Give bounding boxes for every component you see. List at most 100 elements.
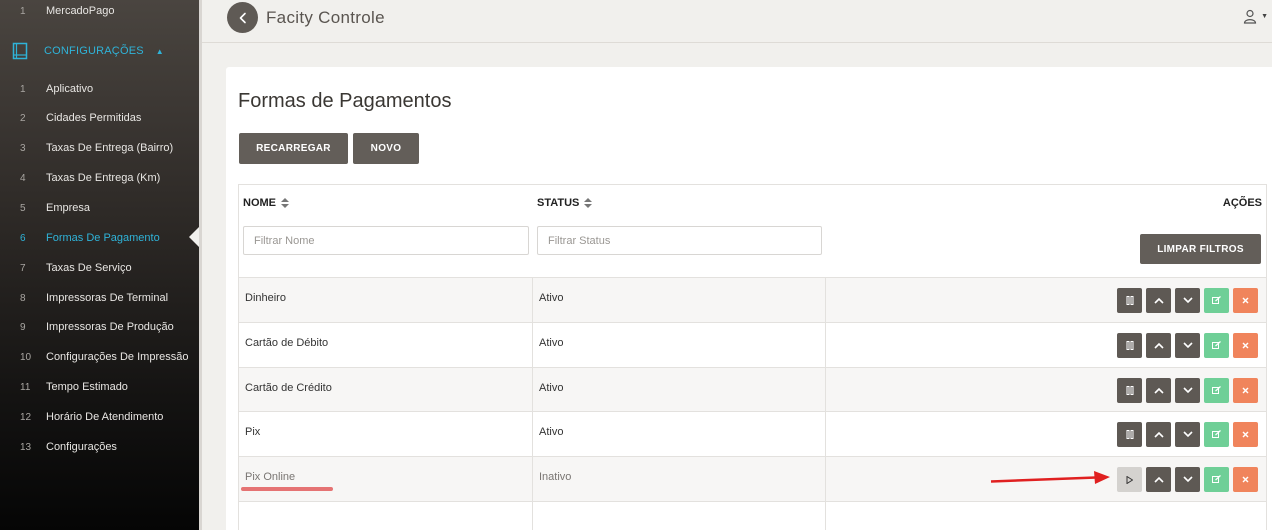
sidebar-item-horario-atendimento[interactable]: 12 Horário De Atendimento xyxy=(0,406,199,428)
row-status: Ativo xyxy=(533,368,826,412)
user-menu[interactable]: ▼ xyxy=(1243,9,1268,24)
table-row[interactable]: Dinheiro Ativo xyxy=(239,277,1266,322)
move-up-button[interactable] xyxy=(1146,422,1171,447)
move-up-button[interactable] xyxy=(1146,378,1171,403)
pause-icon xyxy=(1126,386,1133,395)
edit-icon xyxy=(1212,430,1221,438)
caret-down-icon: ▼ xyxy=(1261,13,1268,20)
table-row[interactable]: Cartão de Crédito Ativo xyxy=(239,367,1266,412)
sidebar-item-mercadopago[interactable]: 1 MercadoPago xyxy=(0,0,199,22)
sidebar-item-empresa[interactable]: 5 Empresa xyxy=(0,197,199,219)
edit-button[interactable] xyxy=(1204,378,1229,403)
row-name-empty xyxy=(239,502,533,530)
sidebar-item-number: 7 xyxy=(20,262,26,274)
new-button[interactable]: NOVO xyxy=(353,133,419,164)
row-actions xyxy=(1117,467,1258,492)
row-name-text: Pix Online xyxy=(245,471,296,483)
row-actions xyxy=(1117,378,1258,403)
row-status: Ativo xyxy=(533,412,826,456)
chevron-down-icon xyxy=(1182,431,1193,438)
sidebar-item-taxas-de-servico[interactable]: 7 Taxas De Serviço xyxy=(0,257,199,279)
sidebar-scrollbar[interactable] xyxy=(199,0,202,530)
filter-status-input[interactable] xyxy=(537,226,822,255)
delete-button[interactable] xyxy=(1233,288,1258,313)
row-name: Cartão de Débito xyxy=(239,323,533,367)
pause-button[interactable] xyxy=(1117,378,1142,403)
delete-button[interactable] xyxy=(1233,378,1258,403)
move-down-button[interactable] xyxy=(1175,333,1200,358)
move-up-button[interactable] xyxy=(1146,467,1171,492)
table-row[interactable]: Pix Online Inativo xyxy=(239,456,1266,501)
sidebar-item-impressoras-producao[interactable]: 9 Impressoras De Produção xyxy=(0,316,199,338)
sidebar-item-formas-de-pagamento[interactable]: 6 Formas De Pagamento xyxy=(0,227,199,249)
sidebar-item-aplicativo[interactable]: 1 Aplicativo xyxy=(0,78,199,100)
activate-button[interactable] xyxy=(1117,467,1142,492)
sidebar-item-taxas-entrega-bairro[interactable]: 3 Taxas De Entrega (Bairro) xyxy=(0,137,199,159)
edit-icon xyxy=(1212,341,1221,349)
chevron-up-icon xyxy=(1153,342,1164,349)
edit-button[interactable] xyxy=(1204,333,1229,358)
sidebar-item-configuracoes-impressao[interactable]: 10 Configurações De Impressão xyxy=(0,346,199,368)
chevron-left-icon xyxy=(239,12,246,23)
main-card: Formas de Pagamentos RECARREGAR NOVO NOM… xyxy=(226,67,1272,530)
edit-icon xyxy=(1212,475,1221,483)
table-row[interactable]: Cartão de Débito Ativo xyxy=(239,322,1266,367)
page-title: Formas de Pagamentos xyxy=(238,90,452,112)
pause-button[interactable] xyxy=(1117,333,1142,358)
close-icon xyxy=(1242,342,1249,349)
clear-filters-button[interactable]: LIMPAR FILTROS xyxy=(1140,234,1261,264)
sidebar-item-label: Aplicativo xyxy=(46,83,94,95)
pause-button[interactable] xyxy=(1117,288,1142,313)
edit-button[interactable] xyxy=(1204,288,1229,313)
reload-button[interactable]: RECARREGAR xyxy=(239,133,348,164)
sidebar-item-configuracoes[interactable]: 13 Configurações xyxy=(0,436,199,458)
sidebar-item-label: Taxas De Serviço xyxy=(46,262,132,274)
back-button[interactable] xyxy=(227,2,258,33)
delete-button[interactable] xyxy=(1233,333,1258,358)
close-icon xyxy=(1242,431,1249,438)
close-icon xyxy=(1242,476,1249,483)
caret-up-icon: ▲ xyxy=(155,46,164,56)
row-actions xyxy=(1117,422,1258,447)
sidebar-item-impressoras-terminal[interactable]: 8 Impressoras De Terminal xyxy=(0,287,199,309)
app-title: Facity Controle xyxy=(266,8,385,27)
sidebar-item-label: Impressoras De Terminal xyxy=(46,292,169,304)
filter-name-input[interactable] xyxy=(243,226,529,255)
column-header-label: STATUS xyxy=(537,197,580,209)
sidebar-item-cidades-permitidas[interactable]: 2 Cidades Permitidas xyxy=(0,107,199,129)
row-name: Pix xyxy=(239,412,533,456)
sidebar-item-number: 11 xyxy=(20,381,31,393)
row-actions xyxy=(1117,288,1258,313)
delete-button[interactable] xyxy=(1233,422,1258,447)
sidebar-item-taxas-entrega-km[interactable]: 4 Taxas De Entrega (Km) xyxy=(0,167,199,189)
table-row[interactable]: Pix Ativo xyxy=(239,411,1266,456)
column-header-name[interactable]: NOME xyxy=(243,197,289,209)
chevron-up-icon xyxy=(1153,387,1164,394)
sidebar-item-number: 12 xyxy=(20,411,32,423)
edit-button[interactable] xyxy=(1204,467,1229,492)
pause-button[interactable] xyxy=(1117,422,1142,447)
chevron-down-icon xyxy=(1182,476,1193,483)
sidebar-section-configuracoes[interactable]: CONFIGURAÇÕES ▲ xyxy=(0,38,199,64)
move-down-button[interactable] xyxy=(1175,288,1200,313)
chevron-up-icon xyxy=(1153,297,1164,304)
move-up-button[interactable] xyxy=(1146,333,1171,358)
sort-icon[interactable] xyxy=(584,198,593,208)
sidebar: 1 MercadoPago CONFIGURAÇÕES ▲ 1 Aplicati… xyxy=(0,0,202,530)
move-down-button[interactable] xyxy=(1175,467,1200,492)
move-down-button[interactable] xyxy=(1175,422,1200,447)
move-up-button[interactable] xyxy=(1146,288,1171,313)
move-down-button[interactable] xyxy=(1175,378,1200,403)
pause-icon xyxy=(1126,430,1133,439)
sidebar-item-number: 10 xyxy=(20,351,32,363)
delete-button[interactable] xyxy=(1233,467,1258,492)
sidebar-item-tempo-estimado[interactable]: 11 Tempo Estimado xyxy=(0,376,199,398)
empty-table-row xyxy=(239,501,1266,530)
sidebar-item-label: Empresa xyxy=(46,202,91,214)
edit-button[interactable] xyxy=(1204,422,1229,447)
column-header-status[interactable]: STATUS xyxy=(537,197,593,209)
pause-icon xyxy=(1126,341,1133,350)
close-icon xyxy=(1242,297,1249,304)
sidebar-item-number: 3 xyxy=(20,142,26,154)
sort-icon[interactable] xyxy=(281,198,289,208)
